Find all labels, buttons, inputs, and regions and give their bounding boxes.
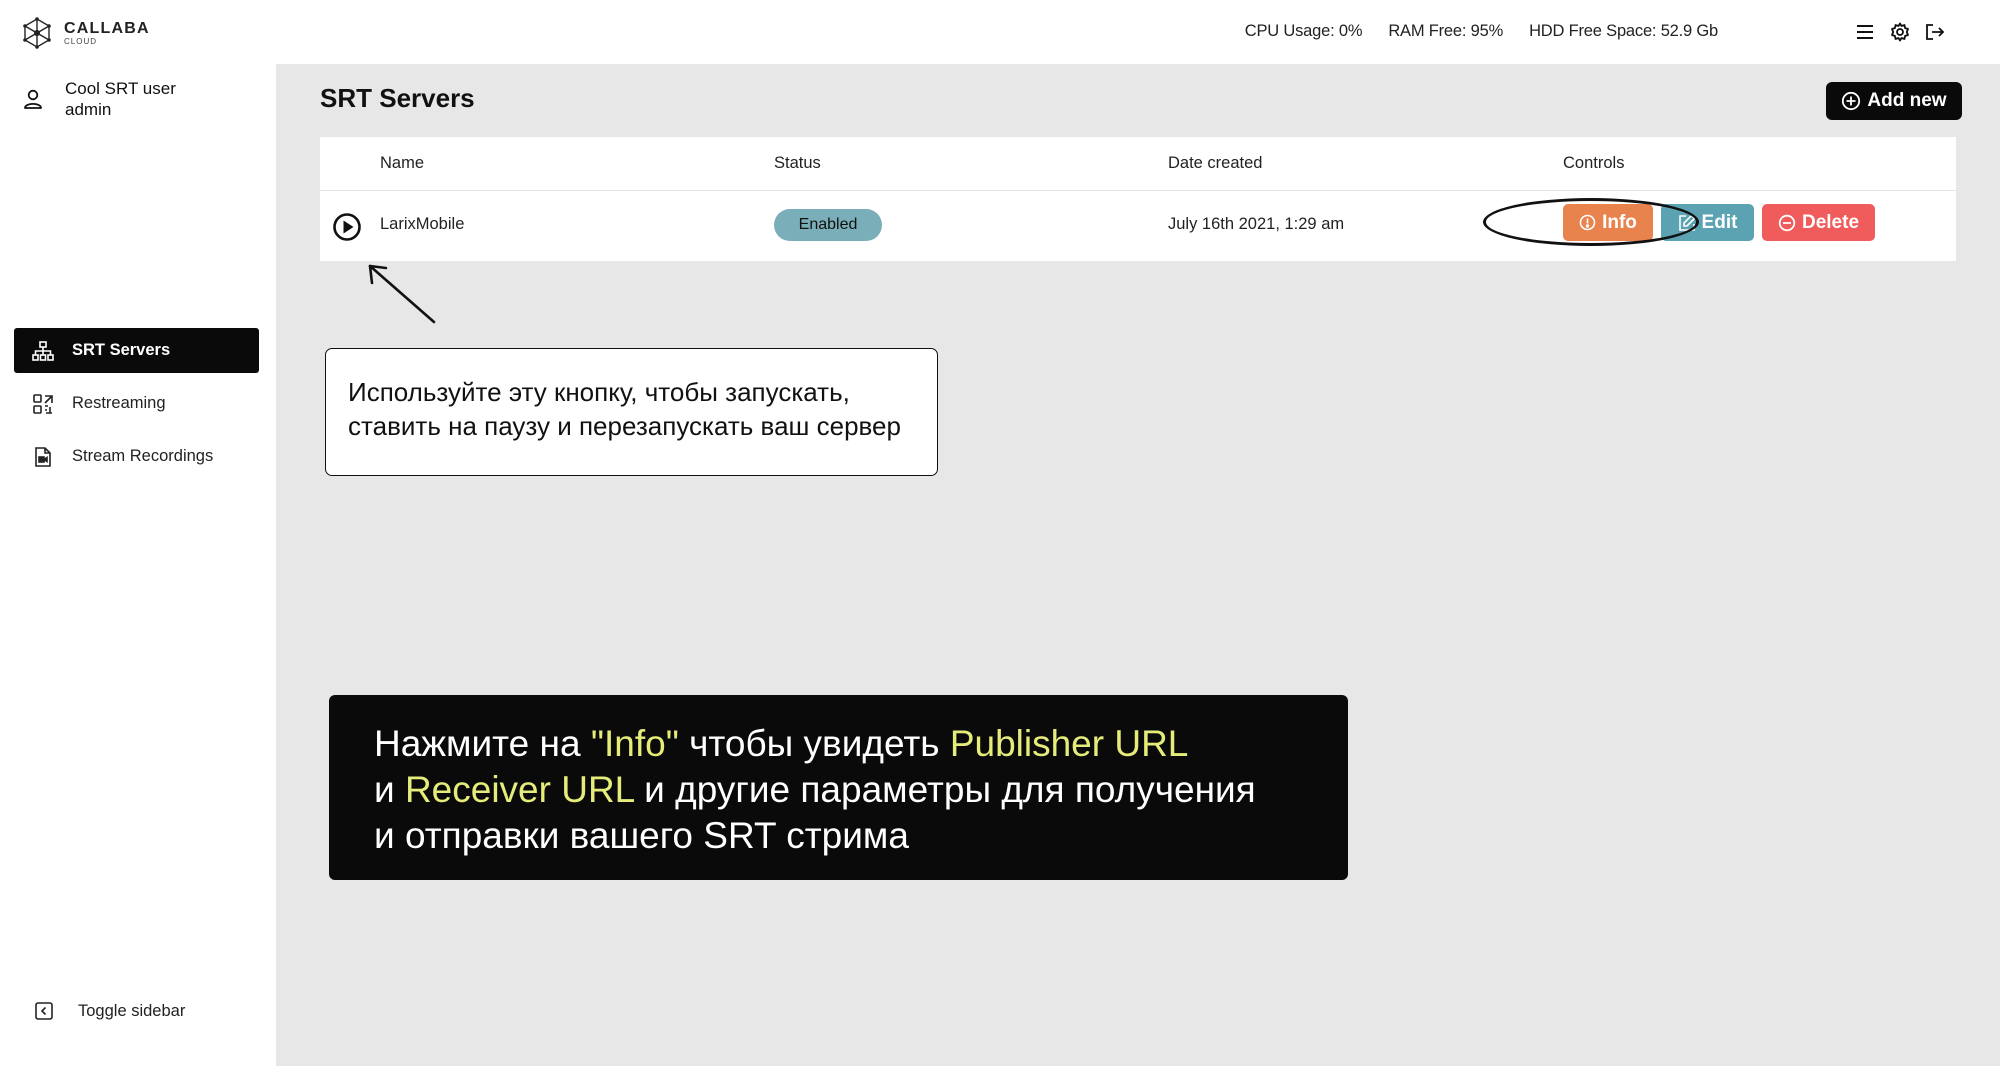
play-icon[interactable]	[332, 212, 362, 242]
add-new-label: Add new	[1867, 90, 1947, 111]
arrow-icon	[368, 264, 436, 324]
table-header: Name Status Date created Controls	[320, 137, 1956, 191]
callout-text: чтобы увидеть	[678, 723, 950, 764]
delete-label: Delete	[1801, 211, 1860, 233]
system-stats: CPU Usage: 0% RAM Free: 95% HDD Free Spa…	[1219, 22, 1718, 41]
server-name: LarixMobile	[380, 215, 465, 233]
page-title: SRT Servers	[320, 83, 475, 113]
table-row: LarixMobile Enabled July 16th 2021, 1:29…	[320, 191, 1956, 261]
hdd-free: HDD Free Space: 52.9 Gb	[1529, 22, 1718, 40]
callout-highlight: "Info"	[590, 723, 679, 764]
delete-button[interactable]: Delete	[1762, 204, 1875, 241]
logo-icon	[23, 17, 51, 49]
top-actions	[1851, 18, 1956, 45]
callout-text: и	[374, 769, 405, 810]
sidebar-item-label: Stream Recordings	[72, 447, 214, 465]
menu-icon[interactable]	[1851, 18, 1878, 45]
ram-free: RAM Free: 95%	[1388, 22, 1504, 40]
minus-circle-icon	[1778, 214, 1796, 231]
edit-icon	[1678, 213, 1696, 231]
edit-button[interactable]: Edit	[1661, 204, 1754, 241]
user-role: admin	[65, 100, 112, 119]
sidebar-item-label: SRT Servers	[72, 341, 171, 359]
info-label: Info	[1602, 211, 1637, 233]
user-name: Cool SRT user	[65, 79, 176, 98]
brand-subtitle: CLOUD	[64, 36, 98, 46]
column-header-controls: Controls	[1563, 154, 1625, 172]
logout-icon[interactable]	[1921, 18, 1948, 45]
column-header-status[interactable]: Status	[774, 154, 821, 173]
sidebar-nav: SRT Servers Restreaming Stream Recording…	[14, 328, 259, 487]
user-icon	[24, 89, 42, 109]
toggle-sidebar-label: Toggle sidebar	[78, 1001, 186, 1020]
column-header-date[interactable]: Date created	[1168, 154, 1262, 173]
callout-line: Используйте эту кнопку, чтобы запускать,	[348, 377, 850, 407]
info-button[interactable]: Info	[1563, 204, 1653, 241]
column-header-name[interactable]: Name	[380, 154, 424, 173]
collapse-icon	[35, 1002, 53, 1020]
sidebar-item-srt-servers[interactable]: SRT Servers	[14, 328, 259, 373]
add-new-button[interactable]: Add new	[1826, 82, 1962, 120]
network-icon	[32, 340, 54, 362]
callout-line: и отправки вашего SRT стрима	[374, 815, 909, 856]
plus-circle-icon	[1842, 91, 1861, 111]
play-button-callout: Используйте эту кнопку, чтобы запускать,…	[325, 348, 938, 476]
sidebar-item-restreaming[interactable]: Restreaming	[14, 381, 259, 426]
callout-highlight: Publisher URL	[949, 723, 1189, 764]
restream-icon	[32, 393, 54, 415]
sidebar: CALLABA CLOUD Cool SRT user admin SRT Se…	[0, 0, 276, 1061]
callout-text: и другие параметры для получения	[633, 769, 1256, 810]
brand-title: CALLABA	[64, 19, 150, 37]
info-button-callout: Нажмите на "Info" чтобы увидеть Publishe…	[329, 695, 1348, 880]
callout-line: Нажмите на "Info" чтобы увидеть Publishe…	[374, 721, 1303, 767]
callout-line: и Receiver URL и другие параметры для по…	[374, 767, 1303, 813]
sidebar-item-stream-recordings[interactable]: Stream Recordings	[14, 434, 259, 479]
servers-table: Name Status Date created Controls LarixM…	[320, 137, 1956, 261]
date-created: July 16th 2021, 1:29 am	[1168, 215, 1345, 233]
info-icon	[1579, 214, 1596, 231]
document-icon	[32, 446, 54, 468]
callout-highlight: Receiver URL	[404, 769, 634, 810]
toggle-sidebar-button[interactable]: Toggle sidebar	[34, 1001, 185, 1021]
brand-logo[interactable]: CALLABA CLOUD	[22, 17, 150, 49]
sidebar-item-label: Restreaming	[72, 394, 166, 412]
main-content: CPU Usage: 0% RAM Free: 95% HDD Free Spa…	[276, 0, 2000, 1066]
cpu-usage: CPU Usage: 0%	[1244, 22, 1363, 40]
gear-icon[interactable]	[1886, 18, 1913, 45]
callout-line: ставить на паузу и перезапускать ваш сер…	[348, 411, 901, 441]
callout-text: Нажмите на	[374, 723, 591, 764]
edit-label: Edit	[1701, 211, 1738, 233]
status-badge: Enabled	[774, 209, 882, 241]
top-bar: CPU Usage: 0% RAM Free: 95% HDD Free Spa…	[276, 0, 2000, 64]
user-profile[interactable]: Cool SRT user admin	[22, 78, 176, 120]
